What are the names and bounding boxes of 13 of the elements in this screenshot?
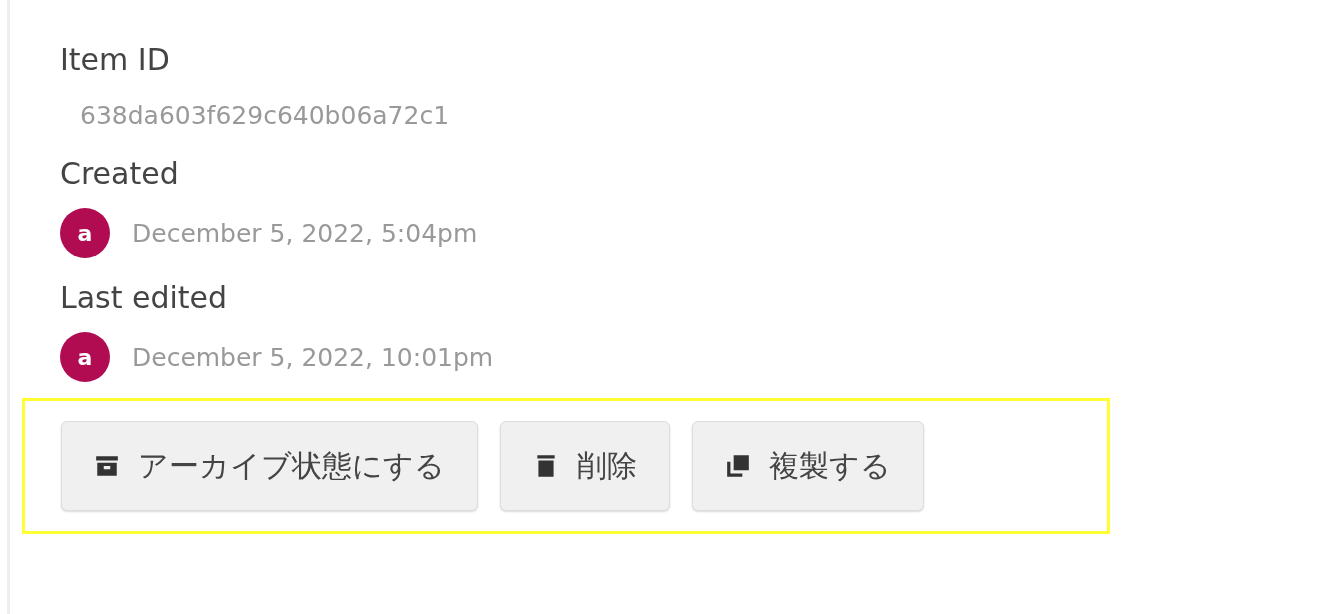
archive-button[interactable]: アーカイブ状態にする <box>61 421 478 511</box>
field-label: Item ID <box>60 41 171 79</box>
timestamp: December 5, 2022, 10:01pm <box>132 342 494 372</box>
user-avatar: a <box>60 208 110 258</box>
item-id: 638da603f629c640b06a72c1 <box>80 100 451 132</box>
field-label: Created <box>60 155 180 193</box>
user-avatar: a <box>60 332 110 382</box>
delete-button[interactable]: 削除 <box>500 421 670 511</box>
field-label: Last edited <box>60 279 229 317</box>
archive-icon <box>94 453 120 479</box>
duplicate-button[interactable]: 複製する <box>692 421 924 511</box>
copy-icon <box>725 453 751 479</box>
timestamp: December 5, 2022, 5:04pm <box>132 218 478 248</box>
